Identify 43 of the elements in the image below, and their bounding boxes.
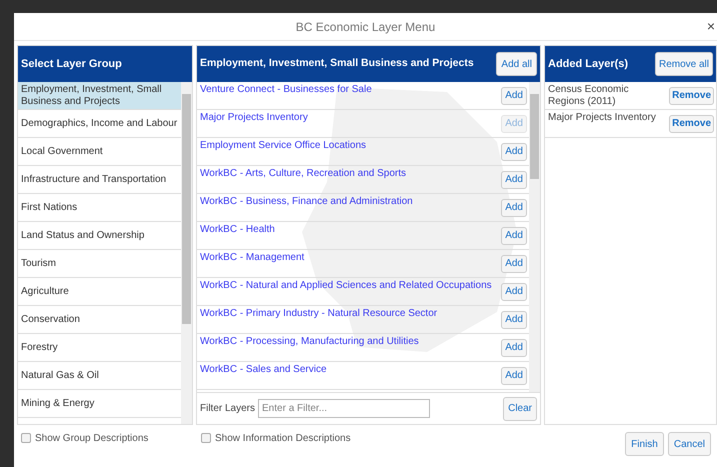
- remove-all-button[interactable]: Remove all: [654, 52, 713, 76]
- layer-link[interactable]: WorkBC - Arts, Culture, Recreation and Sports: [200, 166, 406, 180]
- remove-button[interactable]: Remove: [669, 114, 714, 132]
- close-button[interactable]: ×: [706, 19, 715, 33]
- add-button[interactable]: Add: [501, 366, 527, 384]
- layer-link[interactable]: Employment Service Office Locations: [200, 138, 366, 152]
- scrollbar[interactable]: [529, 82, 540, 392]
- dialog-button[interactable]: Finish: [625, 432, 664, 456]
- panel-title: Added Layer(s): [548, 56, 628, 72]
- add-button[interactable]: Add: [501, 198, 527, 216]
- add-button[interactable]: Add: [501, 338, 527, 356]
- add-button[interactable]: Add: [501, 170, 527, 188]
- group-descriptions-checkbox[interactable]: Show Group Descriptions: [21, 431, 201, 445]
- add-button[interactable]: Add: [501, 226, 527, 244]
- information-descriptions-checkbox[interactable]: Show Information Descriptions: [201, 431, 351, 445]
- checkbox-square[interactable]: [21, 433, 31, 443]
- add-button[interactable]: Add: [501, 254, 527, 272]
- filter-field[interactable]: Enter a Filter...: [258, 399, 430, 418]
- checkbox-square[interactable]: [201, 433, 211, 443]
- dialog-button[interactable]: Cancel: [668, 432, 711, 456]
- layer-link[interactable]: WorkBC - Sales and Service: [200, 362, 327, 376]
- layer-link[interactable]: WorkBC - Management: [200, 250, 304, 264]
- add-button[interactable]: Add: [501, 86, 527, 104]
- layer-link[interactable]: WorkBC - Health: [200, 222, 275, 236]
- add-button[interactable]: Add: [501, 282, 527, 300]
- panel-title: Select Layer Group: [21, 56, 122, 72]
- clear-button[interactable]: Clear: [503, 396, 537, 420]
- layer-link[interactable]: WorkBC - Processing, Manufacturing and Utilities: [200, 334, 419, 348]
- layer-link[interactable]: Venture Connect - Businesses for Sale: [200, 82, 372, 96]
- layer-link[interactable]: WorkBC - Business, Finance and Administration: [200, 194, 413, 208]
- added-layer-label: Census Economic Regions (2011): [548, 83, 630, 108]
- added-layer-label: Major Projects Inventory: [548, 111, 657, 124]
- remove-button[interactable]: Remove: [669, 86, 714, 104]
- add-button[interactable]: Add: [501, 142, 527, 160]
- panel-title: Employment, Investment, Small Business and Projects: [200, 56, 474, 72]
- filter-label: Filter Layers: [200, 402, 256, 416]
- layer-link[interactable]: WorkBC - Natural and Applied Sciences and Related Occupations: [200, 278, 492, 292]
- add-button[interactable]: Add: [501, 310, 527, 328]
- scrollbar[interactable]: [181, 82, 192, 424]
- layer-link[interactable]: WorkBC - Primary Industry - Natural Resource Sector: [200, 306, 438, 320]
- add-all-button[interactable]: Add all: [496, 52, 537, 76]
- window-title: BC Economic Layer Menu: [296, 18, 436, 36]
- layer-group-item[interactable]: Employment, Investment, Small Business and Projects: [18, 82, 181, 110]
